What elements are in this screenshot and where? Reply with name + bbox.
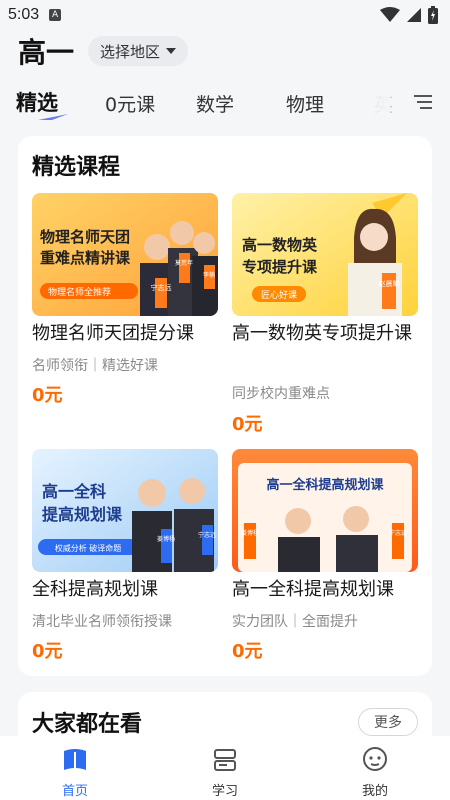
course-card[interactable]: 高一全科提高规划课 姜博杨 宁志远 高一全科提高规划课 实力团队｜全面提升 0元 bbox=[232, 449, 418, 664]
status-bar: 5:03 A bbox=[0, 0, 450, 30]
course-subtitle: 清北毕业名师领衔授课 bbox=[32, 614, 172, 630]
tab-selected[interactable]: 精选 bbox=[16, 87, 58, 117]
nav-study-label: 学习 bbox=[211, 784, 238, 799]
course-price: 0元 bbox=[32, 385, 63, 406]
banner-line1: 物理名师天团 bbox=[40, 228, 130, 246]
course-title: 全科提高规划课 bbox=[32, 579, 158, 600]
grade-title[interactable]: 高一 bbox=[18, 31, 74, 71]
nav-profile-label: 我的 bbox=[361, 784, 388, 799]
banner-teacher-name: 姜博杨 bbox=[157, 535, 175, 543]
course-card[interactable]: 物理名师天团 重难点精讲课 物理名师全推荐 宁志远 莫荒年 李楠 物理名师天团提… bbox=[32, 193, 218, 413]
banner-line1: 高一数物英 bbox=[242, 236, 318, 254]
region-select-button[interactable]: 选择地区 bbox=[88, 36, 189, 66]
course-card[interactable]: 高一全科 提高规划课 权威分析 破译命题 姜博杨 宁志远 全科提高规划课 清北毕… bbox=[32, 449, 218, 664]
nav-study[interactable]: 学习 bbox=[150, 736, 300, 800]
nav-home[interactable]: 首页 bbox=[0, 736, 150, 800]
battery-icon bbox=[428, 6, 438, 24]
course-banner: 高一全科 提高规划课 权威分析 破译命题 姜博杨 宁志远 bbox=[32, 449, 218, 572]
featured-section-title: 精选课程 bbox=[32, 155, 121, 180]
course-title: 高一全科提高规划课 bbox=[232, 579, 394, 600]
course-banner: 物理名师天团 重难点精讲课 物理名师全推荐 宁志远 莫荒年 李楠 bbox=[32, 193, 218, 316]
nav-home-label: 首页 bbox=[61, 784, 88, 799]
top-header: 高一 选择地区 bbox=[0, 30, 450, 72]
nav-profile[interactable]: 我的 bbox=[300, 736, 450, 800]
signal-icon bbox=[407, 8, 421, 22]
banner-line1: 高一全科提高规划课 bbox=[266, 477, 384, 493]
tab-math[interactable]: 数学 bbox=[196, 90, 234, 117]
banner-line2: 重难点精讲课 bbox=[40, 249, 131, 267]
subject-tabs: 精选 0元课 数学 物理 英 bbox=[0, 78, 450, 126]
more-button[interactable]: 更多 bbox=[358, 708, 418, 736]
tab-physics[interactable]: 物理 bbox=[286, 90, 324, 117]
course-card[interactable]: 高一数物英 专项提升课 匠心好课 赵晨曦 高一数物英专项提升课 同步校内重难点 … bbox=[232, 193, 418, 438]
home-icon bbox=[64, 749, 86, 770]
banner-tag: 匠心好课 bbox=[261, 289, 297, 301]
banner-teacher-name: 姜博杨 bbox=[241, 529, 259, 537]
banner-teacher-name: 莫荒年 bbox=[175, 259, 193, 267]
popular-section-title: 大家都在看 bbox=[32, 712, 143, 737]
course-subtitle: 名师领衔｜精选好课 bbox=[32, 358, 158, 374]
course-title: 高一数物英专项提升课 bbox=[232, 323, 412, 344]
menu-icon[interactable] bbox=[414, 94, 432, 110]
banner-teacher-name: 赵晨曦 bbox=[379, 279, 400, 288]
banner-line2: 专项提升课 bbox=[242, 258, 318, 276]
status-time: 5:03 bbox=[8, 6, 40, 23]
course-banner: 高一数物英 专项提升课 匠心好课 赵晨曦 bbox=[232, 193, 418, 316]
banner-teacher-name: 宁志远 bbox=[198, 531, 216, 539]
caret-down-icon bbox=[166, 48, 177, 54]
tab-free-course[interactable]: 0元课 bbox=[105, 90, 155, 117]
banner-line1: 高一全科 bbox=[42, 482, 106, 501]
profile-icon bbox=[363, 747, 387, 771]
banner-tag: 物理名师全推荐 bbox=[48, 286, 111, 298]
course-subtitle: 同步校内重难点 bbox=[232, 386, 330, 402]
banner-tag: 权威分析 破译命题 bbox=[55, 543, 122, 553]
banner-teacher-name: 李楠 bbox=[203, 271, 215, 279]
banner-line2: 提高规划课 bbox=[42, 505, 123, 524]
course-title: 物理名师天团提分课 bbox=[32, 323, 194, 344]
region-select-label: 选择地区 bbox=[100, 42, 161, 61]
featured-courses-card: 精选课程 物理名师天团 重难点精讲课 物理名师全推荐 宁志远 莫荒年 李楠 物理… bbox=[18, 136, 432, 676]
bottom-nav: 首页 学习 我的 bbox=[0, 736, 450, 800]
tabs-fade-overlay bbox=[340, 78, 390, 126]
tab-active-indicator bbox=[38, 114, 68, 120]
status-indicators bbox=[380, 6, 438, 24]
wifi-icon bbox=[380, 7, 400, 22]
notification-a-icon: A bbox=[49, 9, 62, 21]
course-price: 0元 bbox=[232, 641, 263, 662]
banner-teacher-name: 宁志远 bbox=[151, 283, 172, 292]
course-price: 0元 bbox=[32, 641, 63, 662]
study-icon bbox=[214, 749, 236, 771]
banner-teacher-name: 宁志远 bbox=[389, 529, 407, 537]
course-banner: 高一全科提高规划课 姜博杨 宁志远 bbox=[232, 449, 418, 572]
course-subtitle: 实力团队｜全面提升 bbox=[232, 614, 358, 630]
course-price: 0元 bbox=[232, 414, 263, 435]
